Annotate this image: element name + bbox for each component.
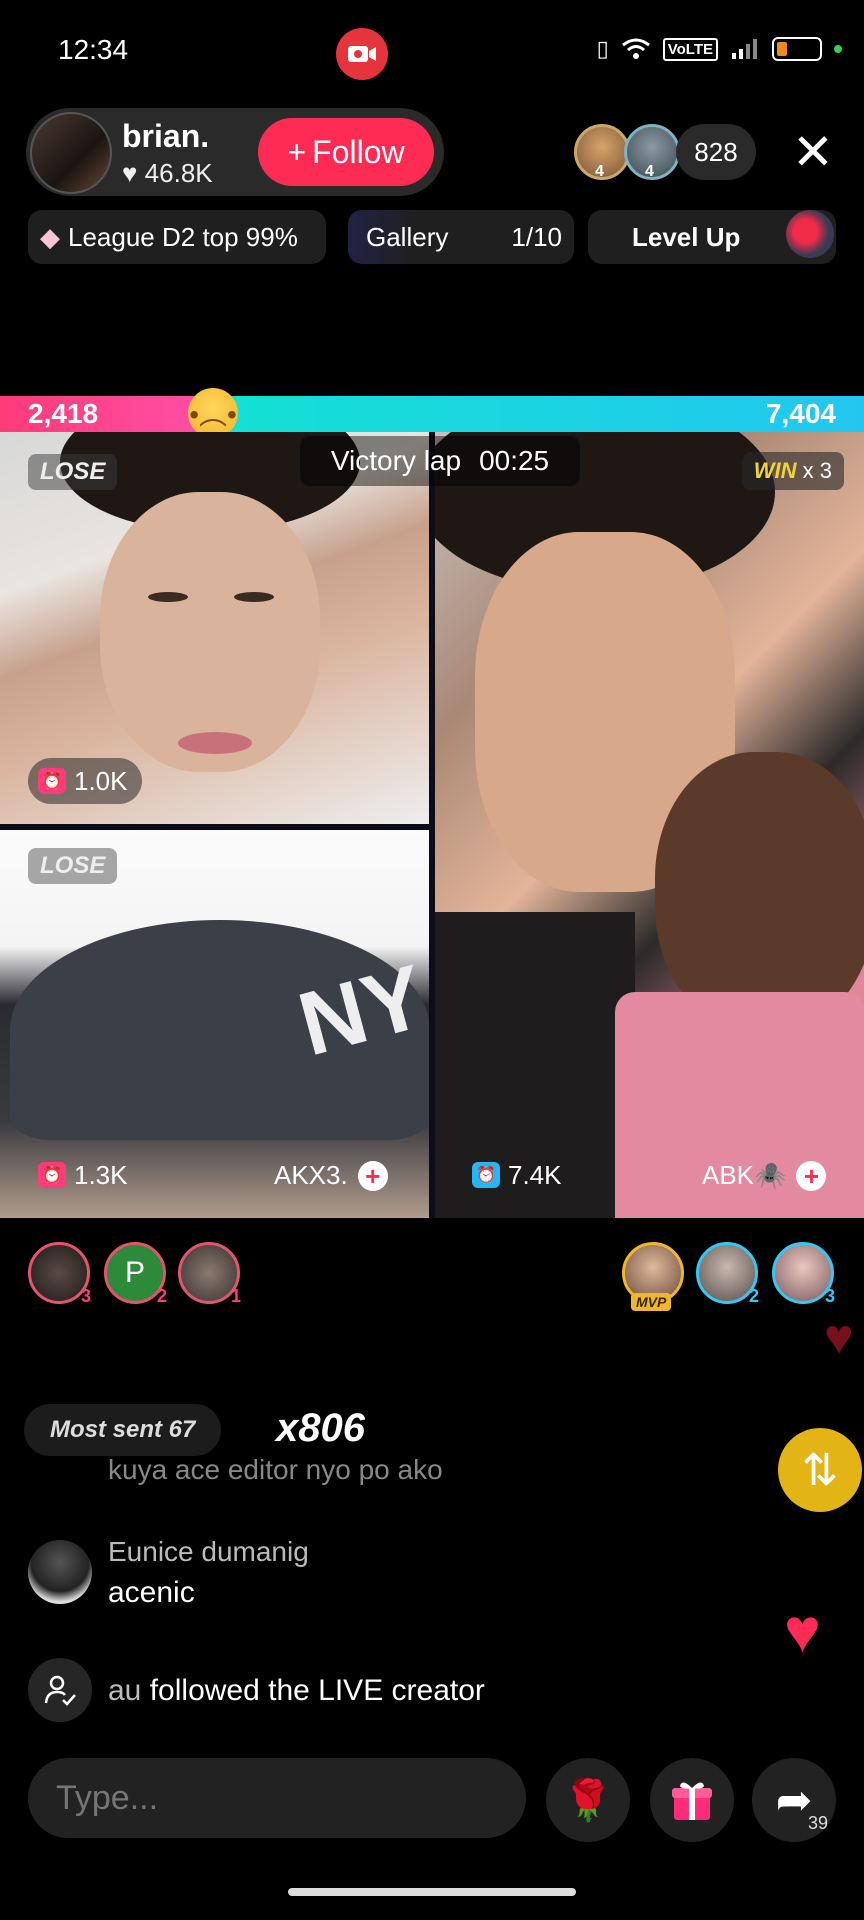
repost-icon[interactable]: ⇅	[778, 1428, 862, 1512]
win-multiplier: x 3	[802, 458, 832, 483]
gallery-chip[interactable]: Gallery 1/10	[348, 210, 574, 264]
top-viewer-avatar[interactable]: 4	[574, 124, 630, 180]
lose-badge: LOSE	[28, 454, 118, 490]
battle-score-bar	[0, 396, 864, 432]
tile-score-chip: ⏰ 7.4K	[462, 1152, 576, 1198]
supporter-rank: 1	[230, 1286, 241, 1306]
follow-user-icon	[28, 1658, 92, 1722]
plus-icon: +	[287, 133, 307, 170]
gallery-count: 1/10	[511, 221, 562, 252]
victory-lap-timer: Victory lap 00:25	[300, 436, 580, 486]
tile-score-chip: ⏰ 1.3K	[28, 1152, 142, 1198]
status-icons: ▯ VoLTE	[597, 36, 842, 62]
guest-name-akx3[interactable]: AKX3. +	[274, 1160, 388, 1191]
chat-avatar[interactable]	[28, 1540, 92, 1604]
level-badge-icon	[786, 210, 834, 258]
supporter-avatar[interactable]: 3	[28, 1242, 91, 1306]
top-viewer-avatar[interactable]: 4	[624, 124, 680, 180]
supporter-avatar[interactable]: 2	[696, 1242, 759, 1306]
supporter-avatar-mvp[interactable]: MVP	[622, 1242, 684, 1311]
close-icon[interactable]: ✕	[792, 124, 834, 180]
lose-badge: LOSE	[28, 848, 118, 884]
video-tile-right[interactable]	[435, 432, 864, 1218]
heart-icon: ♥	[122, 158, 138, 188]
vibrate-icon: ▯	[596, 36, 609, 61]
comment-input[interactable]	[28, 1758, 526, 1838]
win-badge: WIN x 3	[741, 452, 844, 490]
chat-message: acenic	[108, 1576, 195, 1609]
host-likes-count: 46.8K	[144, 158, 213, 188]
follow-text: followed the LIVE creator	[149, 1674, 485, 1707]
guest-name-abk[interactable]: ABK🕷️ +	[702, 1160, 827, 1191]
follow-label: Follow	[312, 133, 405, 170]
supporter-rank: 2	[748, 1286, 759, 1306]
gift-multiplier: x806	[276, 1406, 365, 1450]
alarm-icon: ⏰	[472, 1162, 500, 1188]
level-up-label: Level Up	[632, 221, 741, 252]
win-label: WIN	[753, 458, 797, 483]
score-right: 7,404	[765, 398, 836, 429]
follow-guest-plus-icon[interactable]: +	[357, 1160, 388, 1191]
tile-score: 1.0K	[74, 765, 128, 796]
heart-icon: ♥	[824, 1309, 854, 1365]
tile-score: 1.3K	[74, 1159, 128, 1190]
tile-divider	[0, 824, 429, 830]
status-time: 12:34	[58, 34, 129, 65]
alarm-icon: ⏰	[38, 1162, 66, 1188]
guest-name: ABK🕷️	[702, 1160, 787, 1190]
score-left: 2,418	[28, 398, 99, 429]
league-label: League D2 top 99%	[68, 221, 298, 252]
supporter-avatar[interactable]: 3	[772, 1242, 835, 1306]
follow-guest-plus-icon[interactable]: +	[796, 1160, 827, 1191]
supporter-rank: 3	[824, 1286, 835, 1306]
tile-score-chip: ⏰ 1.0K	[28, 758, 142, 804]
supporter-rank: 3	[80, 1286, 91, 1306]
pleading-face-icon: •︵•	[188, 388, 238, 438]
heart-icon: ♥	[784, 1597, 821, 1666]
follow-button[interactable]: + Follow	[258, 118, 434, 186]
host-avatar[interactable]	[30, 112, 112, 194]
victory-time: 00:25	[479, 445, 550, 476]
follow-notification: au followed the LIVE creator	[108, 1674, 485, 1708]
gallery-label: Gallery	[366, 221, 449, 252]
share-button[interactable]: ➦ 39	[752, 1758, 836, 1842]
tile-score: 7.4K	[508, 1159, 562, 1190]
charging-dot	[834, 45, 842, 53]
supporter-rank: 2	[156, 1286, 167, 1306]
record-icon	[336, 28, 388, 80]
victory-label: Victory lap	[330, 445, 462, 476]
wifi-icon	[621, 38, 650, 59]
battery-icon	[772, 37, 822, 61]
volte-badge: VoLTE	[662, 37, 718, 61]
guest-name: AKX3.	[274, 1160, 348, 1190]
mvp-badge: MVP	[631, 1293, 672, 1311]
supporter-initial: P	[124, 1256, 145, 1289]
alarm-icon: ⏰	[38, 768, 66, 794]
supporter-avatar[interactable]: 1	[178, 1242, 241, 1306]
follow-username[interactable]: au	[108, 1674, 141, 1707]
share-count: 39	[807, 1813, 828, 1833]
host-name[interactable]: brian.	[122, 118, 209, 155]
viewer-rank: 4	[595, 163, 604, 180]
league-chip[interactable]: ◆ League D2 top 99%	[28, 210, 326, 264]
home-indicator[interactable]	[288, 1888, 576, 1896]
gift-icon[interactable]	[650, 1758, 734, 1842]
tile-divider	[429, 432, 435, 1218]
most-sent-banner: Most sent 67	[24, 1404, 222, 1456]
viewer-count[interactable]: 828	[676, 124, 756, 180]
rose-icon[interactable]: 🌹	[546, 1758, 630, 1842]
supporter-avatar[interactable]: P2	[104, 1242, 167, 1306]
viewer-rank: 4	[645, 163, 654, 180]
chat-message-faded: kuya ace editor nyo po ako	[108, 1454, 443, 1485]
share-icon: ➦	[775, 1775, 813, 1825]
signal-icon	[732, 39, 757, 59]
chat-username[interactable]: Eunice dumanig	[108, 1536, 309, 1568]
host-likes: ♥ 46.8K	[122, 158, 213, 189]
diamond-icon: ◆	[40, 221, 60, 252]
